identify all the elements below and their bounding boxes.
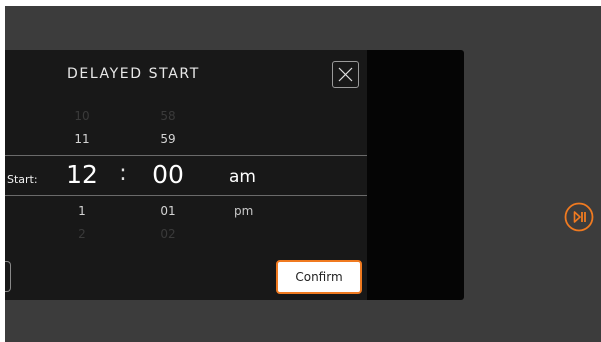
meridiem-option[interactable]: pm — [234, 204, 253, 218]
minute-option[interactable]: 58 — [151, 109, 185, 123]
close-icon — [333, 62, 358, 87]
minute-option[interactable]: 01 — [151, 204, 185, 218]
selection-divider-bottom — [5, 195, 367, 196]
hour-option[interactable]: 10 — [65, 109, 99, 123]
screen: DELAYED START 10 11 12 1 2 : 58 59 00 01… — [0, 0, 601, 342]
minute-option[interactable]: 02 — [151, 227, 185, 241]
hour-option[interactable]: 11 — [65, 132, 99, 146]
start-label: Start: — [7, 173, 38, 186]
cancel-button-edge[interactable] — [5, 261, 11, 292]
confirm-button[interactable]: Confirm — [276, 260, 362, 294]
delayed-start-dialog: DELAYED START 10 11 12 1 2 : 58 59 00 01… — [5, 50, 367, 300]
selected-minute[interactable]: 00 — [143, 160, 193, 189]
app-background: DELAYED START 10 11 12 1 2 : 58 59 00 01… — [5, 6, 601, 342]
selection-divider-top — [5, 155, 367, 156]
close-button[interactable] — [332, 61, 359, 88]
play-pause-icon — [564, 202, 594, 236]
minute-option[interactable]: 59 — [151, 132, 185, 146]
hour-option[interactable]: 2 — [65, 227, 99, 241]
selected-hour[interactable]: 12 — [60, 160, 104, 189]
dialog-title: DELAYED START — [67, 66, 200, 82]
time-separator: : — [119, 161, 127, 186]
selected-meridiem[interactable]: am — [229, 167, 256, 187]
play-pause-button[interactable] — [564, 202, 594, 232]
hour-option[interactable]: 1 — [65, 204, 99, 218]
